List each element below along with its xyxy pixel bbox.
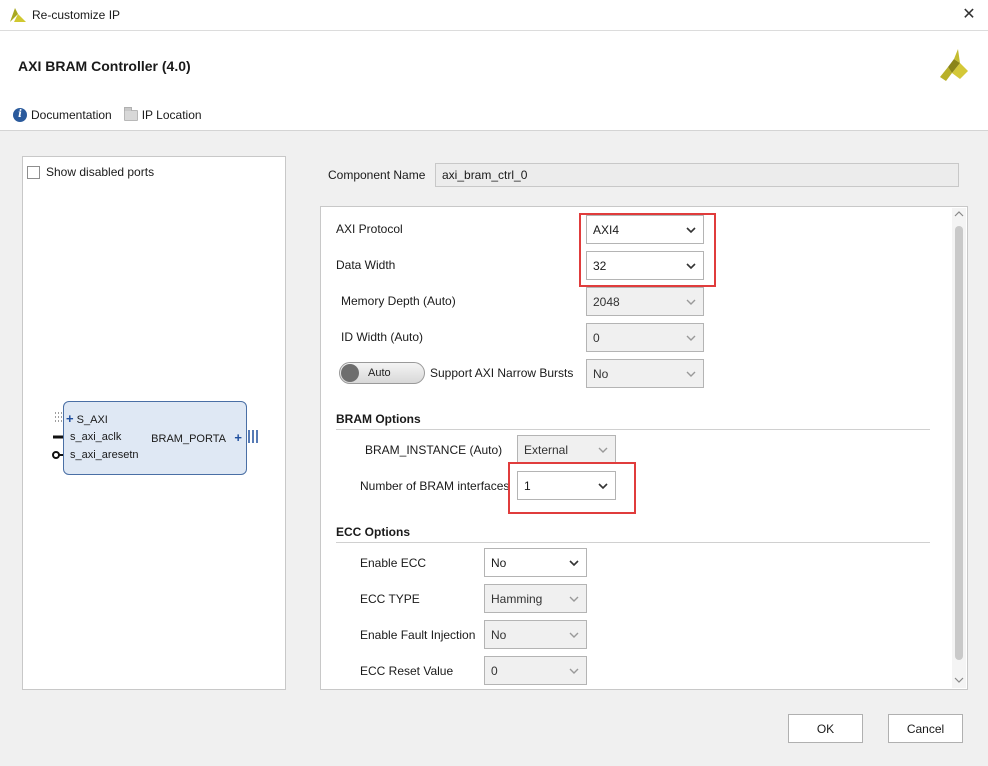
component-name-label: Component Name [328, 168, 426, 182]
close-icon[interactable]: ✕ [958, 4, 980, 26]
ip-location-link[interactable]: IP Location [123, 106, 202, 122]
toggle-label: Auto [368, 367, 391, 379]
fault-injection-label: Enable Fault Injection [360, 628, 476, 642]
ip-location-label: IP Location [141, 108, 202, 122]
window-title: Re-customize IP [32, 8, 121, 22]
ip-name: AXI BRAM Controller (4.0) [18, 58, 191, 74]
show-disabled-ports-row[interactable]: Show disabled ports [27, 165, 154, 179]
info-icon: i [13, 108, 27, 122]
ecc-options-title: ECC Options [336, 525, 410, 539]
chevron-down-icon [685, 368, 697, 380]
narrow-bursts-value: No [593, 366, 609, 381]
ecc-reset-value-value: 0 [491, 663, 498, 678]
id-width-select: 0 [586, 323, 704, 352]
memory-depth-value: 2048 [593, 294, 620, 309]
chevron-down-icon [568, 557, 580, 569]
enable-ecc-value: No [491, 555, 507, 570]
show-disabled-ports-checkbox[interactable] [27, 165, 40, 179]
symbol-panel: Show disabled ports + S_AXI s_axi_aclk s… [22, 156, 286, 690]
bram-instance-select: External [517, 435, 616, 464]
narrow-bursts-auto-toggle[interactable]: Auto [339, 362, 425, 384]
title-bar: Re-customize IP ✕ [0, 0, 988, 31]
scroll-up-icon[interactable] [954, 210, 964, 220]
fault-injection-select: No [484, 620, 587, 649]
port-stubs-right [248, 430, 258, 443]
bram-interfaces-label: Number of BRAM interfaces [360, 479, 510, 493]
fault-injection-value: No [491, 627, 507, 642]
ok-button[interactable]: OK [788, 714, 863, 743]
parameter-panel: AXI Protocol AXI4 Data Width 32 Memory D… [320, 206, 968, 690]
ecc-type-label: ECC TYPE [360, 592, 420, 606]
component-name-input[interactable]: axi_bram_ctrl_0 [435, 163, 959, 187]
bram-instance-value: External [524, 442, 569, 457]
ecc-type-select: Hamming [484, 584, 587, 613]
s-axi-port: + S_AXI [66, 411, 108, 426]
ip-header: AXI BRAM Controller (4.0) i Documentatio… [0, 31, 988, 131]
ecc-reset-value-select: 0 [484, 656, 587, 685]
chevron-down-icon [568, 629, 580, 641]
chevron-down-icon [568, 665, 580, 677]
highlight-box-bram [508, 462, 636, 514]
s-axi-aclk-port: s_axi_aclk [70, 431, 122, 443]
s-axi-label: S_AXI [76, 414, 108, 426]
memory-depth-select: 2048 [586, 287, 704, 316]
folder-icon [123, 106, 138, 121]
expand-plus-icon[interactable]: + [66, 411, 74, 426]
vivado-logo-icon [10, 8, 26, 22]
bram-porta-port: BRAM_PORTA + [151, 430, 242, 445]
narrow-bursts-label: Support AXI Narrow Bursts [430, 366, 574, 380]
bram-instance-label: BRAM_INSTANCE (Auto) [365, 443, 503, 457]
expand-plus-icon[interactable]: + [234, 430, 242, 445]
highlight-box-axi [579, 213, 716, 287]
documentation-label: Documentation [31, 108, 112, 122]
axi-protocol-label: AXI Protocol [336, 222, 403, 236]
section-divider [336, 429, 930, 430]
ip-block-symbol: + S_AXI s_axi_aclk s_axi_aresetn BRAM_PO… [63, 401, 247, 475]
data-width-label: Data Width [336, 258, 396, 272]
enable-ecc-label: Enable ECC [360, 556, 427, 570]
show-disabled-ports-label: Show disabled ports [46, 165, 155, 179]
chevron-down-icon [685, 296, 697, 308]
id-width-value: 0 [593, 330, 600, 345]
id-width-label: ID Width (Auto) [341, 330, 424, 344]
memory-depth-label: Memory Depth (Auto) [341, 294, 456, 308]
chevron-down-icon [568, 593, 580, 605]
vertical-scrollbar[interactable] [952, 208, 966, 688]
chevron-down-icon [685, 332, 697, 344]
ecc-reset-value-label: ECC Reset Value [360, 664, 454, 678]
narrow-bursts-select: No [586, 359, 704, 388]
cancel-button[interactable]: Cancel [888, 714, 963, 743]
section-divider [336, 542, 930, 543]
s-axi-aresetn-port: s_axi_aresetn [70, 449, 139, 461]
documentation-link[interactable]: i Documentation [13, 108, 112, 122]
bram-porta-label: BRAM_PORTA [151, 433, 226, 445]
bram-options-title: BRAM Options [336, 412, 421, 426]
toggle-knob [341, 364, 359, 382]
enable-ecc-select[interactable]: No [484, 548, 587, 577]
scroll-down-icon[interactable] [954, 676, 964, 686]
xilinx-logo-icon [938, 49, 970, 81]
scrollbar-thumb[interactable] [955, 226, 963, 660]
header-links: i Documentation IP Location [13, 106, 202, 122]
chevron-down-icon [597, 444, 609, 456]
ecc-type-value: Hamming [491, 591, 543, 606]
